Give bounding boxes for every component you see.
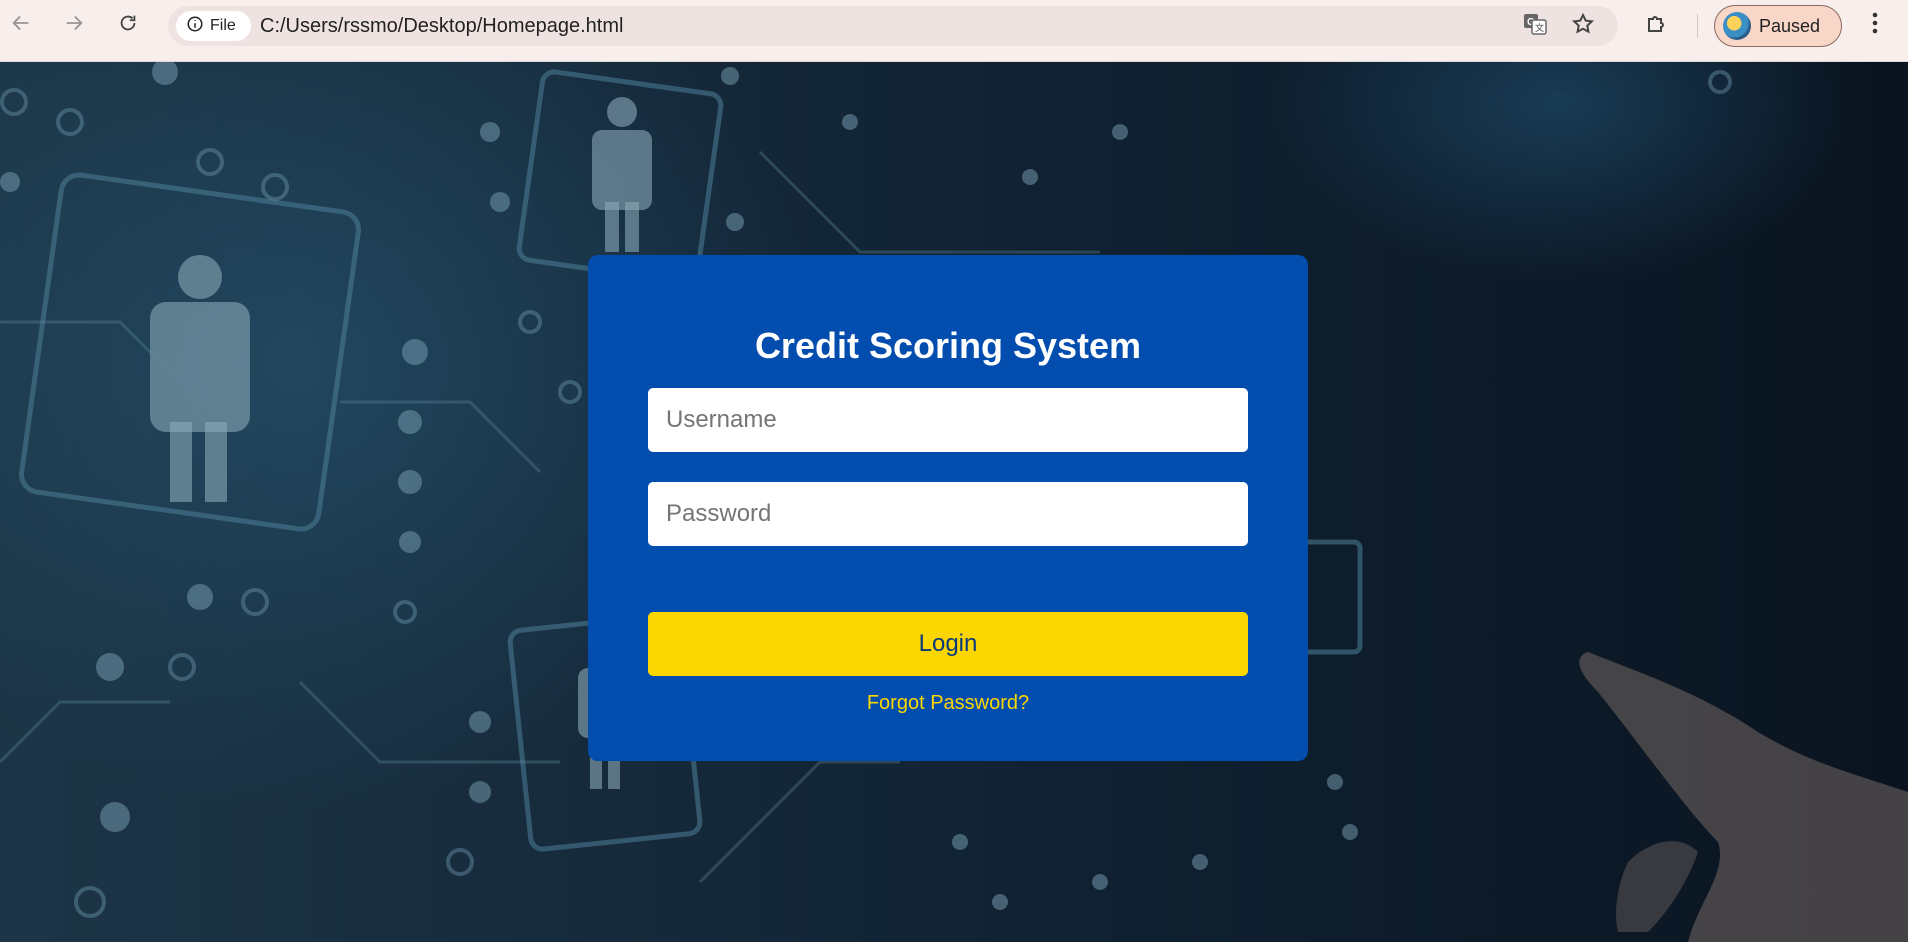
translate-button[interactable]: G文 <box>1515 6 1555 46</box>
puzzle-icon <box>1645 11 1669 40</box>
extensions-button[interactable] <box>1640 8 1674 42</box>
avatar <box>1723 12 1751 40</box>
star-icon <box>1571 12 1595 41</box>
address-bar[interactable]: File C:/Users/rssmo/Desktop/Homepage.htm… <box>168 6 1618 46</box>
page-background: Credit Scoring System Login Forgot Passw… <box>0 62 1908 942</box>
site-info-chip[interactable]: File <box>176 11 251 41</box>
bookmark-button[interactable] <box>1563 6 1603 46</box>
url-text[interactable]: C:/Users/rssmo/Desktop/Homepage.html <box>260 6 623 46</box>
translate-icon: G文 <box>1522 11 1548 42</box>
forgot-password-link[interactable]: Forgot Password? <box>588 692 1308 715</box>
info-icon <box>186 15 204 38</box>
reload-icon <box>117 12 139 39</box>
profile-button[interactable]: Paused <box>1714 5 1842 47</box>
arrow-left-icon <box>10 12 32 39</box>
back-button[interactable] <box>4 8 38 42</box>
site-info-label: File <box>210 17 236 34</box>
pointing-hand-image <box>1579 652 1908 942</box>
login-card: Credit Scoring System Login Forgot Passw… <box>588 255 1308 761</box>
browser-menu-button[interactable] <box>1858 8 1892 42</box>
username-input[interactable] <box>648 388 1248 452</box>
more-vertical-icon <box>1872 12 1878 39</box>
page-title: Credit Scoring System <box>754 325 1142 366</box>
password-input[interactable] <box>648 482 1248 546</box>
arrow-right-icon <box>63 12 85 39</box>
profile-status: Paused <box>1759 15 1821 36</box>
browser-toolbar: File C:/Users/rssmo/Desktop/Homepage.htm… <box>0 0 1908 62</box>
forward-button[interactable] <box>57 8 91 42</box>
toolbar-divider <box>1697 14 1698 38</box>
login-button[interactable]: Login <box>648 612 1248 676</box>
svg-text:文: 文 <box>1535 22 1544 33</box>
reload-button[interactable] <box>111 8 145 42</box>
